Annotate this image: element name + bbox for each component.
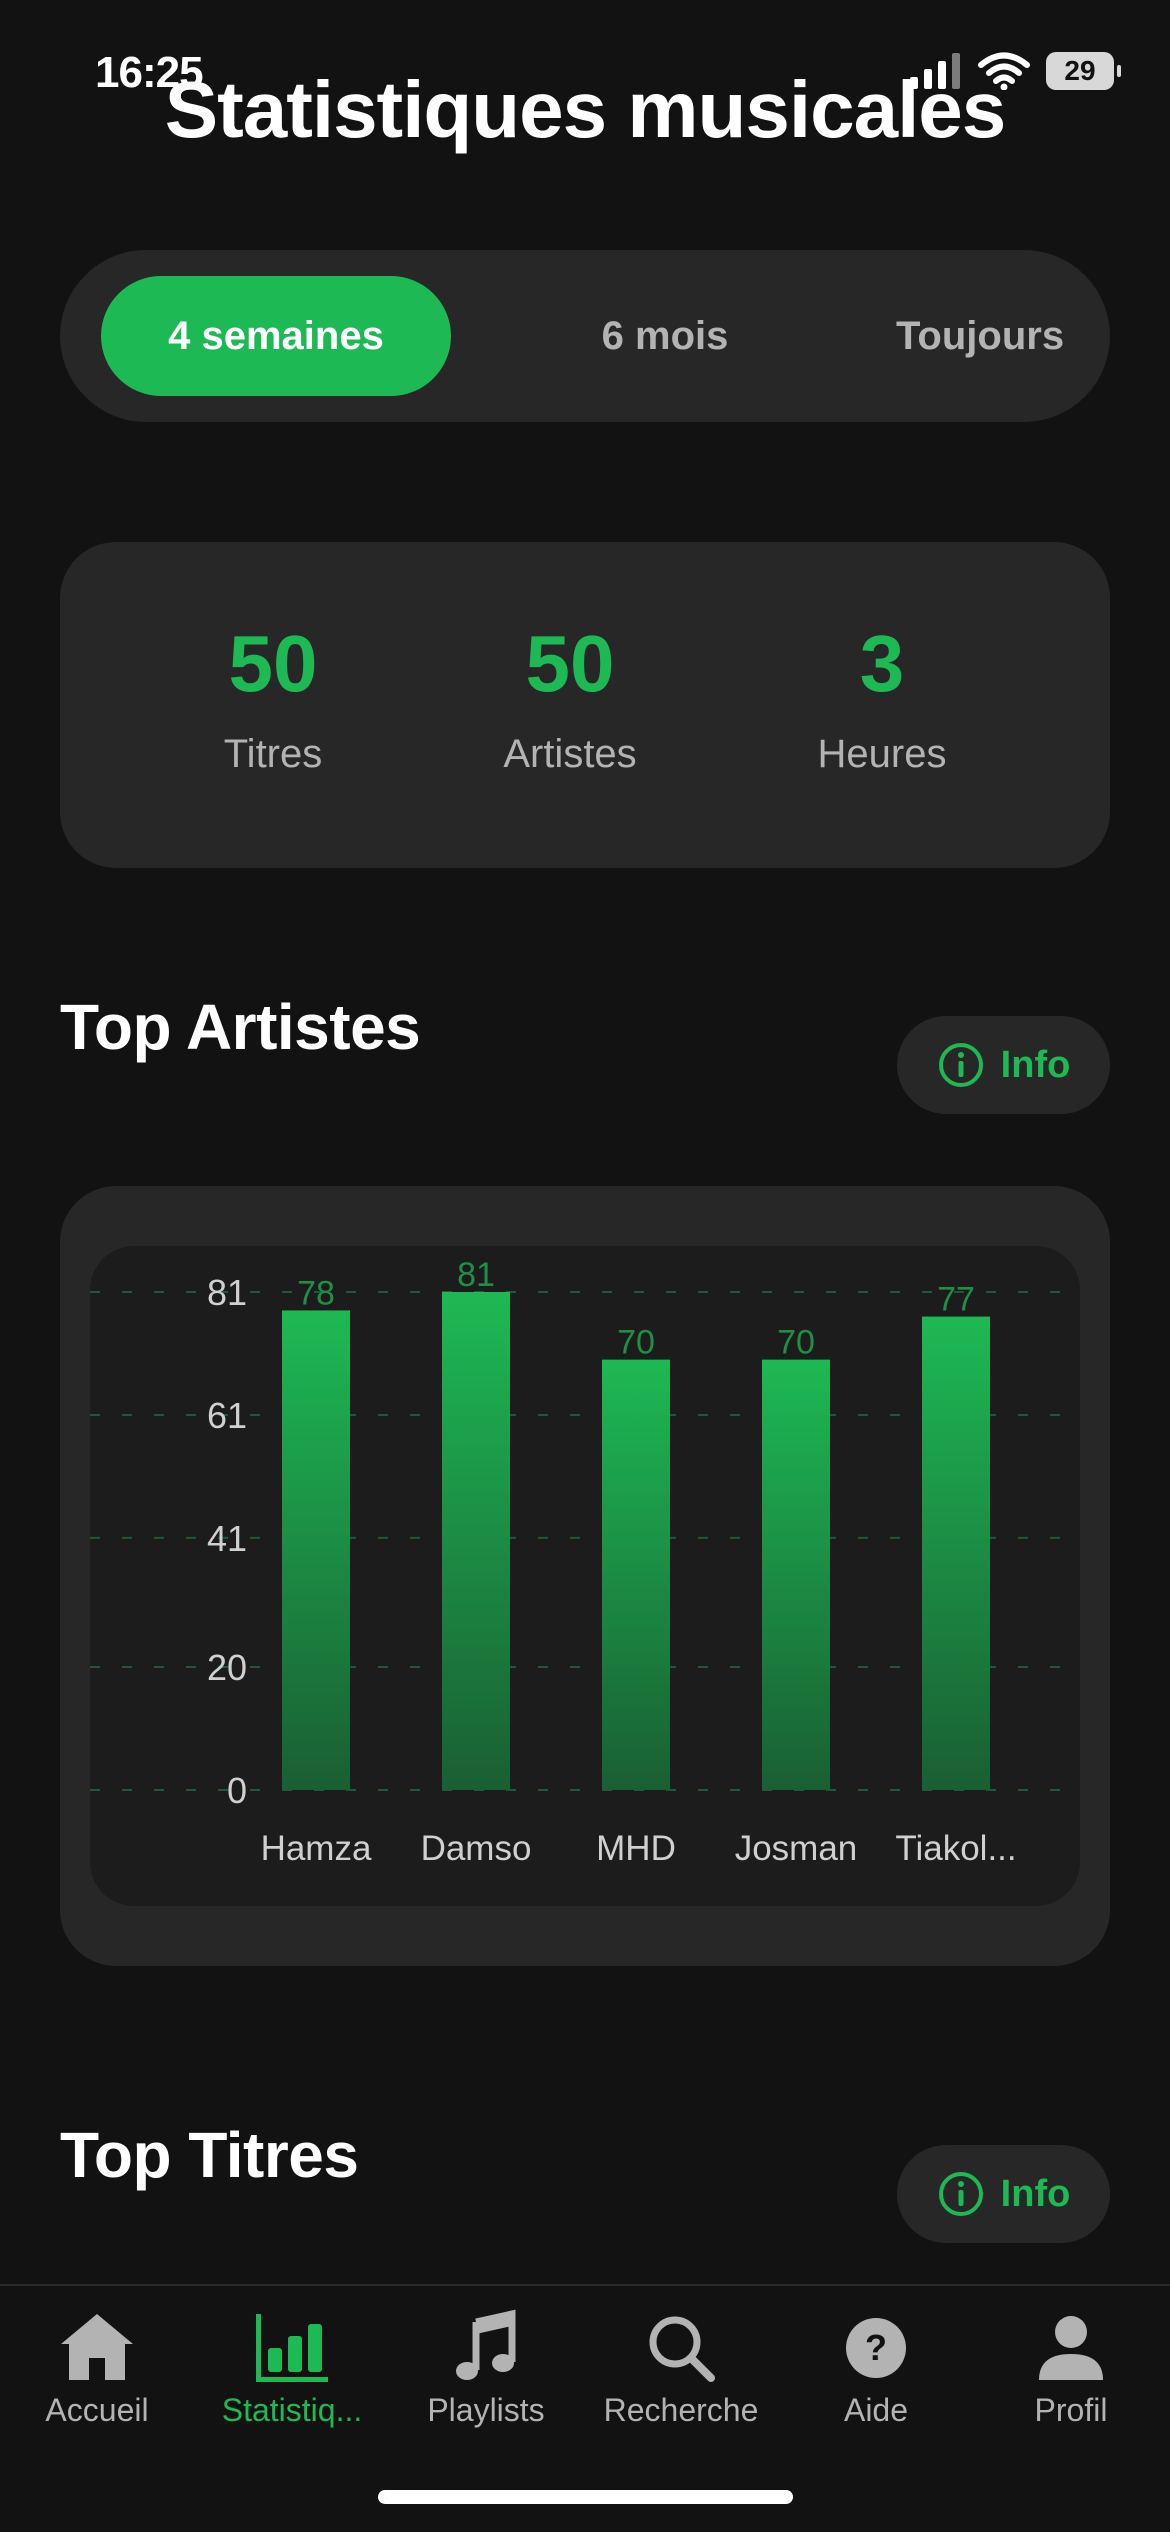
help-icon: ? xyxy=(846,2318,906,2378)
music-note-icon xyxy=(456,2309,516,2380)
stat-tracks-value: 50 xyxy=(228,619,318,708)
svg-text:?: ? xyxy=(865,2327,887,2368)
x-category-label: Josman xyxy=(735,1829,858,1868)
period-all-time[interactable]: Toujours xyxy=(800,276,1160,396)
top-tracks-title: Top Titres xyxy=(60,2119,359,2191)
top-tracks-info-button[interactable]: Info xyxy=(897,2145,1110,2243)
cellular-signal-icon xyxy=(910,53,960,89)
stat-hours-value: 3 xyxy=(859,619,905,708)
stat-artists-label: Artistes xyxy=(503,732,637,776)
status-icons: 29 xyxy=(908,52,1121,90)
bar xyxy=(922,1316,990,1790)
tab-statistics-label: Statistiq... xyxy=(221,2392,363,2428)
bar-chart: 0 20 41 61 81 78 Hamza 81 Damso 70 MHD 70 Josman 77 Ti… xyxy=(90,1256,1080,1868)
stat-tracks: 50 Titres xyxy=(123,624,423,777)
tab-home-label: Accueil xyxy=(45,2392,149,2428)
stat-artists: 50 Artistes xyxy=(420,624,720,777)
y-tick-label: 61 xyxy=(207,1395,247,1436)
status-time: 16:25 xyxy=(95,48,204,97)
wifi-icon xyxy=(978,52,1030,90)
tab-help[interactable]: ? Aide xyxy=(781,2306,971,2429)
bar xyxy=(282,1310,350,1790)
period-selector: 4 semaines 6 mois Toujours xyxy=(60,250,1110,422)
stat-artists-value: 50 xyxy=(525,619,615,708)
info-icon xyxy=(938,2172,983,2216)
search-icon xyxy=(649,2316,715,2382)
stats-summary-card: 50 Titres 50 Artistes 3 Heures xyxy=(60,542,1110,868)
bar-chart-icon xyxy=(256,2314,328,2382)
y-tick-label: 81 xyxy=(207,1272,247,1313)
bar-value-label: 77 xyxy=(937,1281,975,1319)
stat-hours: 3 Heures xyxy=(732,624,1032,777)
stat-hours-label: Heures xyxy=(817,732,947,776)
bar-value-label: 70 xyxy=(617,1324,655,1362)
x-category-label: Hamza xyxy=(261,1829,372,1868)
top-artists-title: Top Artistes xyxy=(60,991,421,1063)
tab-profile-label: Profil xyxy=(1034,2392,1108,2428)
info-button-label: Info xyxy=(1000,2172,1071,2215)
info-icon xyxy=(938,1043,983,1087)
top-artists-chart-card: 0 20 41 61 81 78 Hamza 81 Damso 70 MHD 70 Josman 77 Ti… xyxy=(60,1186,1110,1966)
x-category-label: Damso xyxy=(421,1829,532,1868)
battery-icon: 29 xyxy=(1046,52,1121,90)
person-icon xyxy=(1039,2316,1103,2380)
bar-value-label: 81 xyxy=(457,1256,495,1294)
top-artists-chart: 0 20 41 61 81 78 Hamza 81 Damso 70 MHD 70 Josman 77 Ti… xyxy=(90,1246,1080,1906)
tab-statistics[interactable]: Statistiq... xyxy=(197,2306,387,2429)
bar xyxy=(602,1359,670,1790)
y-tick-label: 0 xyxy=(227,1770,247,1811)
bar-value-label: 70 xyxy=(777,1324,815,1362)
bar xyxy=(762,1359,830,1790)
bar xyxy=(442,1292,510,1790)
x-category-label: Tiakol... xyxy=(895,1829,1016,1868)
tab-playlists-label: Playlists xyxy=(427,2392,545,2428)
info-button-label: Info xyxy=(1000,1043,1071,1086)
y-tick-label: 20 xyxy=(207,1647,247,1688)
tab-home[interactable]: Accueil xyxy=(2,2306,192,2429)
period-4-weeks[interactable]: 4 semaines xyxy=(101,276,451,396)
tab-playlists[interactable]: Playlists xyxy=(391,2306,581,2429)
stat-tracks-label: Titres xyxy=(223,732,323,776)
tab-search-label: Recherche xyxy=(603,2392,759,2428)
tab-profile[interactable]: Profil xyxy=(976,2306,1166,2429)
bar-value-label: 78 xyxy=(297,1274,335,1312)
tab-help-label: Aide xyxy=(843,2392,909,2428)
tab-search[interactable]: Recherche xyxy=(586,2306,776,2429)
x-category-label: MHD xyxy=(596,1829,676,1868)
house-icon xyxy=(61,2314,133,2380)
top-artists-info-button[interactable]: Info xyxy=(897,1016,1110,1114)
y-tick-label: 41 xyxy=(207,1518,247,1559)
home-indicator xyxy=(378,2490,793,2504)
period-6-months[interactable]: 6 mois xyxy=(490,276,840,396)
